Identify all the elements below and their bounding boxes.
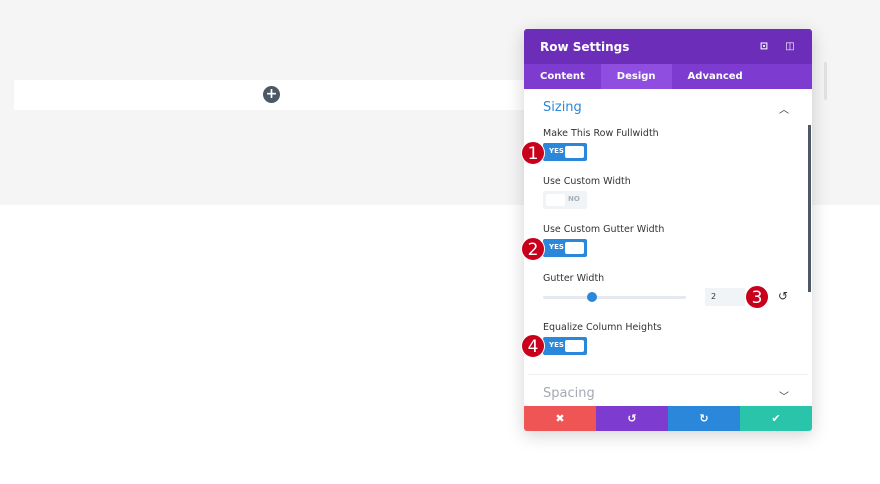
equalize-toggle[interactable]: YES [543, 337, 587, 355]
chevron-down-icon[interactable]: ﹀ [779, 388, 789, 403]
custom-gutter-toggle[interactable]: YES [543, 239, 587, 257]
fullwidth-toggle[interactable]: YES [543, 143, 587, 161]
custom-width-toggle[interactable]: NO [543, 191, 587, 209]
spacing-section-title[interactable]: Spacing [543, 386, 595, 401]
gutter-width-label: Gutter Width [543, 273, 605, 284]
expand-icon[interactable]: ⊡ [758, 41, 770, 53]
callout-badge-4: 4 [521, 334, 545, 358]
callout-badge-3: 3 [745, 285, 769, 309]
discard-button[interactable]: ✖ [524, 406, 596, 431]
panel-title: Row Settings [540, 39, 630, 54]
undo-button[interactable]: ↺ [596, 406, 668, 431]
tab-advanced[interactable]: Advanced [672, 64, 759, 89]
sidebar-toggle-icon[interactable]: ◫ [784, 41, 796, 53]
custom-width-label: Use Custom Width [543, 176, 631, 187]
toggle-text: YES [549, 341, 564, 349]
gutter-width-input[interactable]: 2 [705, 288, 745, 306]
toggle-text: NO [568, 195, 580, 203]
toggle-text: YES [549, 147, 564, 155]
panel-scrollbar[interactable] [808, 125, 811, 292]
add-module-button[interactable]: + [263, 86, 280, 103]
panel-header: Row Settings ⊡ ◫ [524, 29, 812, 64]
custom-gutter-label: Use Custom Gutter Width [543, 224, 665, 235]
tab-content[interactable]: Content [524, 64, 601, 89]
callout-badge-2: 2 [521, 237, 545, 261]
tab-design[interactable]: Design [600, 64, 672, 89]
sizing-section-title[interactable]: Sizing [543, 100, 582, 115]
equalize-label: Equalize Column Heights [543, 322, 662, 333]
row-settings-panel: Row Settings ⊡ ◫ Content Design Advanced… [524, 29, 812, 431]
save-button[interactable]: ✔ [740, 406, 812, 431]
panel-tabs: Content Design Advanced [524, 64, 812, 89]
gutter-slider-track[interactable] [543, 296, 686, 299]
callout-badge-1: 1 [521, 141, 545, 165]
panel-footer: ✖ ↺ ↻ ✔ [524, 406, 812, 431]
redo-button[interactable]: ↻ [668, 406, 740, 431]
divider [528, 374, 808, 375]
toggle-text: YES [549, 243, 564, 251]
page-scrollbar[interactable] [824, 62, 827, 100]
fullwidth-label: Make This Row Fullwidth [543, 128, 659, 139]
reset-icon[interactable]: ↺ [778, 289, 788, 303]
gutter-slider-handle[interactable] [587, 292, 597, 302]
chevron-up-icon[interactable]: ︿ [779, 101, 789, 116]
